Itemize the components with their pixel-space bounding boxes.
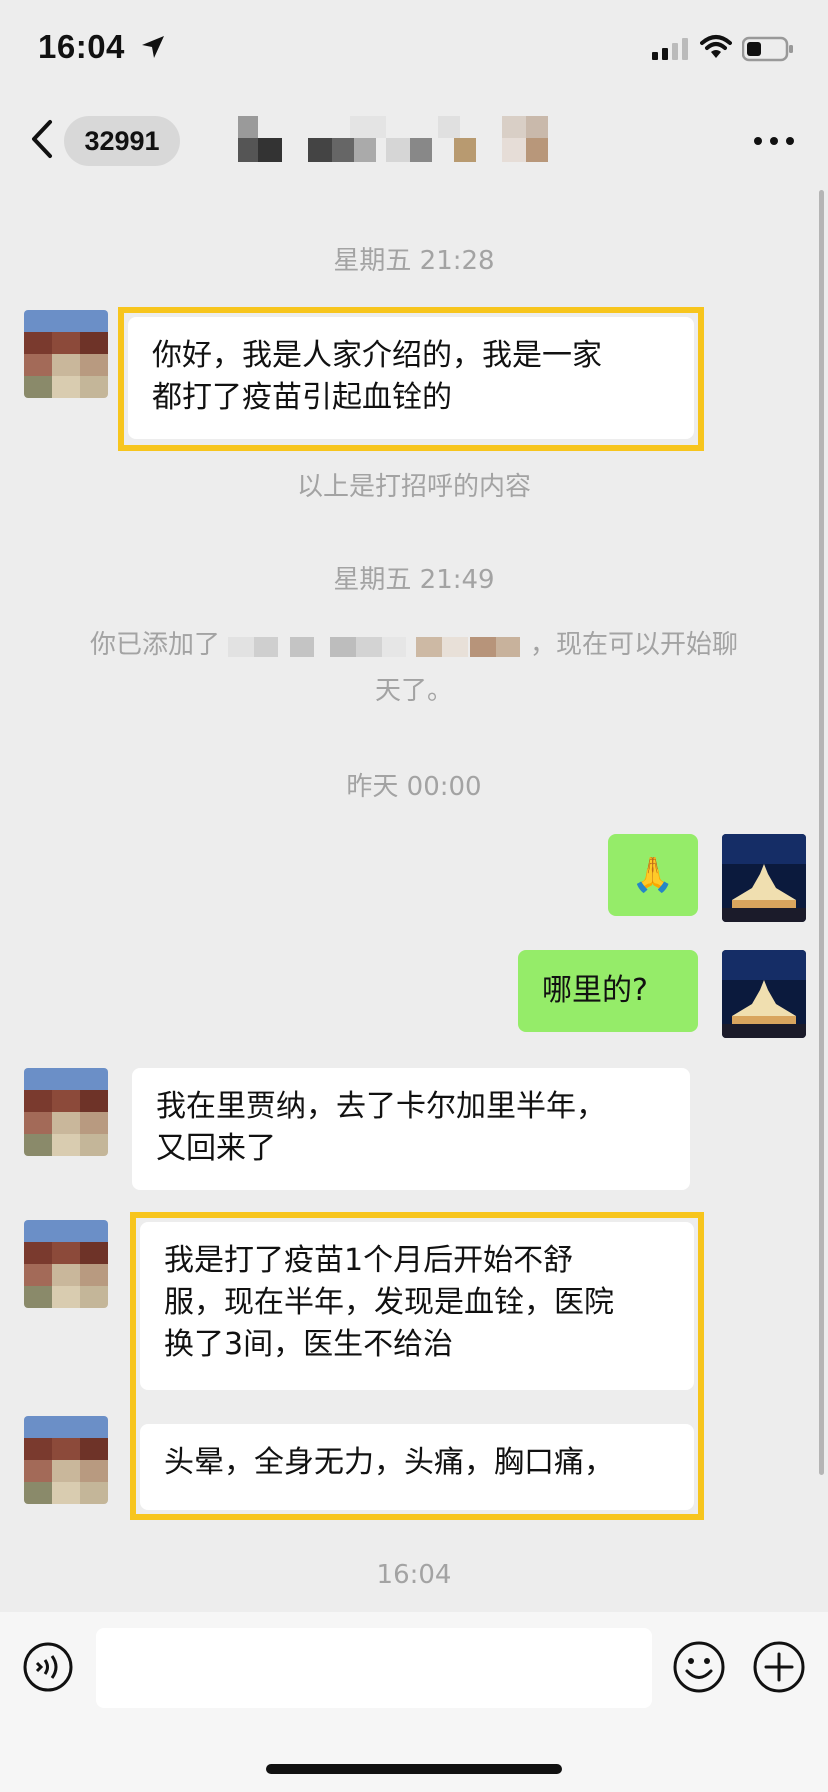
scroll-indicator[interactable] — [819, 190, 824, 1475]
voice-icon — [23, 1642, 73, 1692]
message-line: 服，现在半年，发现是血铨，医院 — [164, 1285, 614, 1320]
message-line: 又回来了 — [156, 1131, 276, 1166]
incoming-message-bubble[interactable]: 头晕，全身无力，头痛，胸口痛， — [140, 1424, 694, 1510]
contact-avatar[interactable] — [24, 1068, 108, 1156]
emoji-button[interactable] — [672, 1640, 726, 1694]
plus-icon — [753, 1641, 805, 1693]
emoji-icon — [673, 1641, 725, 1693]
message-line: 头晕，全身无力，头痛，胸口痛， — [164, 1445, 614, 1480]
system-line-1: 你已添加了 ，现在可以开始聊 — [70, 622, 758, 668]
message-line: 换了3间，医生不给治 — [164, 1327, 454, 1362]
timestamp: 星期五 21:28 — [333, 246, 495, 276]
outgoing-message-bubble[interactable]: 🙏 — [608, 834, 698, 916]
outgoing-message-bubble[interactable]: 哪里的? — [518, 950, 698, 1032]
chevron-left-icon — [32, 120, 52, 158]
battery-icon — [741, 36, 794, 62]
system-suffix: ，现在可以开始聊 — [530, 630, 739, 660]
incoming-message-bubble[interactable]: 我是打了疫苗1个月后开始不舒 服，现在半年，发现是血铨，医院 换了3间，医生不给… — [140, 1222, 694, 1390]
system-prefix: 你已添加了 — [89, 630, 220, 660]
incoming-message-bubble[interactable]: 我在里贾纳，去了卡尔加里半年， 又回来了 — [132, 1068, 690, 1190]
message-line: 都打了疫苗引起血铨的 — [152, 380, 452, 415]
contact-name-redacted — [238, 116, 588, 162]
more-options-button[interactable] — [752, 130, 796, 152]
incoming-message-bubble[interactable]: 你好，我是人家介绍的，我是一家 都打了疫苗引起血铨的 — [128, 317, 694, 439]
ellipsis-icon — [754, 137, 794, 145]
unread-count-badge[interactable]: 32991 — [64, 116, 180, 166]
greeting-note: 以上是打招呼的内容 — [296, 472, 531, 502]
wifi-icon — [700, 34, 732, 60]
message-line: 我是打了疫苗1个月后开始不舒 — [164, 1243, 574, 1278]
timestamp: 昨天 00:00 — [346, 772, 482, 802]
home-indicator[interactable] — [266, 1764, 562, 1774]
contact-avatar[interactable] — [24, 1220, 108, 1308]
self-avatar[interactable] — [722, 950, 806, 1038]
system-added-notice: 你已添加了 ，现在可以开始聊 天了。 — [70, 622, 758, 714]
message-line: 我在里贾纳，去了卡尔加里半年， — [156, 1089, 606, 1124]
redacted-name — [228, 636, 520, 657]
message-input[interactable] — [96, 1628, 652, 1708]
message-line: 你好，我是人家介绍的，我是一家 — [152, 338, 602, 373]
timestamp: 星期五 21:49 — [333, 565, 495, 595]
system-line-2: 天了。 — [374, 676, 453, 706]
contact-avatar[interactable] — [24, 1416, 108, 1504]
back-button[interactable] — [28, 118, 58, 160]
cellular-signal-icon — [652, 38, 692, 60]
timestamp: 16:04 — [376, 1560, 452, 1590]
status-time: 16:04 — [38, 28, 125, 65]
self-avatar[interactable] — [722, 834, 806, 922]
location-arrow-icon — [140, 34, 166, 60]
more-functions-button[interactable] — [752, 1640, 806, 1694]
voice-input-button[interactable] — [22, 1641, 74, 1693]
contact-avatar[interactable] — [24, 310, 108, 398]
